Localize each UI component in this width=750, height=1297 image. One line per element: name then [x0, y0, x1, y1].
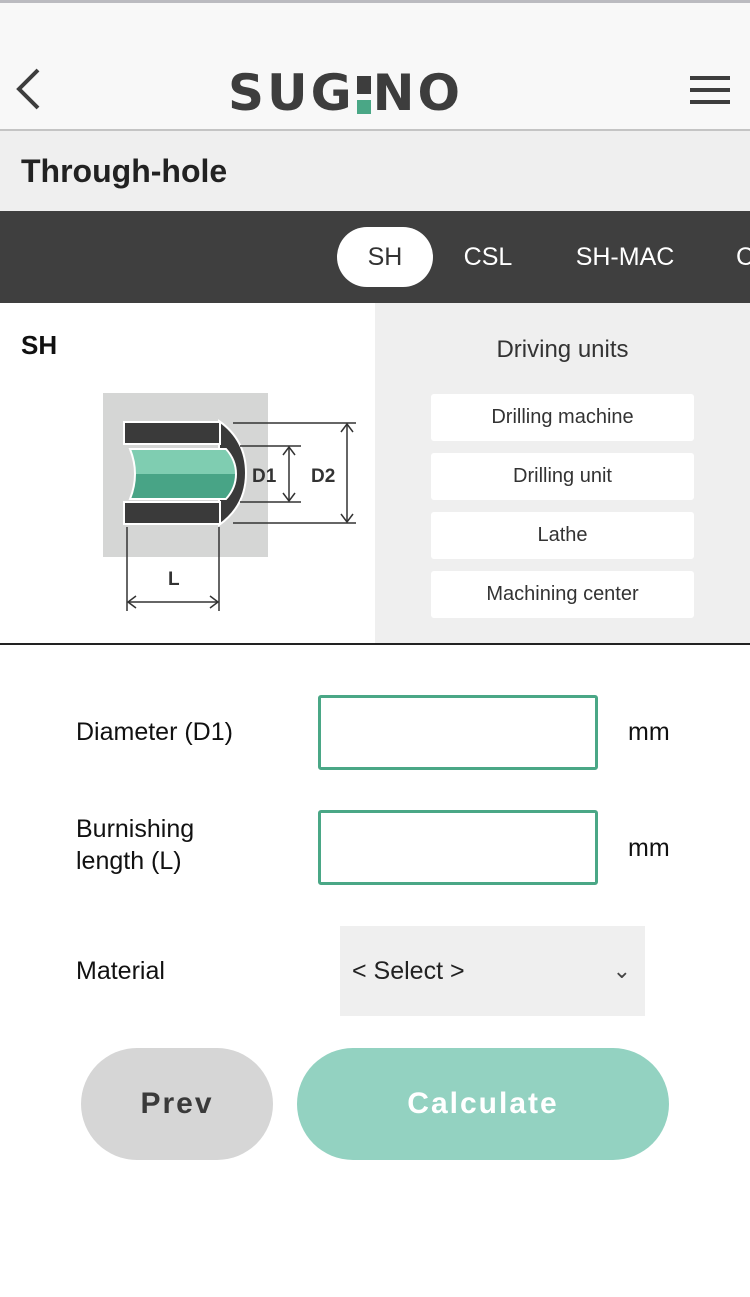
- chevron-down-icon: ⌄: [612, 958, 631, 983]
- diameter-label: Diameter (D1): [76, 718, 233, 746]
- driving-units-heading: Driving units: [496, 336, 629, 363]
- driving-unit-item[interactable]: Machining center: [431, 571, 694, 618]
- prev-button[interactable]: Prev: [81, 1048, 273, 1160]
- hamburger-icon[interactable]: [690, 76, 730, 112]
- driving-unit-item[interactable]: Drilling machine: [431, 394, 694, 441]
- material-label: Material: [76, 957, 165, 985]
- driving-unit-item[interactable]: Drilling unit: [431, 453, 694, 500]
- l-label: L: [168, 569, 180, 590]
- diameter-unit: mm: [628, 718, 670, 746]
- material-selected: < Select >: [352, 957, 465, 985]
- divider: [0, 643, 750, 645]
- length-unit: mm: [628, 834, 670, 862]
- diameter-input[interactable]: [318, 695, 598, 770]
- tool-panel: SH D1 D2 L: [0, 303, 375, 643]
- calculate-button[interactable]: Calculate: [297, 1048, 669, 1160]
- driving-unit-item[interactable]: Lathe: [431, 512, 694, 559]
- length-label: Burnishing length (L): [76, 813, 194, 877]
- length-label-line2: length (L): [76, 847, 182, 875]
- tab-csl[interactable]: CSL: [448, 227, 528, 287]
- d2-label: D2: [311, 466, 335, 487]
- length-label-line1: Burnishing: [76, 815, 195, 843]
- tool-diagram: D1 D2 L: [103, 393, 356, 611]
- tab-sh-mac[interactable]: SH-MAC: [560, 227, 690, 287]
- d1-label: D1: [252, 466, 277, 487]
- material-select[interactable]: < Select > ⌄: [340, 926, 645, 1016]
- tab-more[interactable]: C: [722, 227, 750, 287]
- length-input[interactable]: [318, 810, 598, 885]
- driving-units-panel: Driving units Drilling machine Drilling …: [375, 303, 750, 643]
